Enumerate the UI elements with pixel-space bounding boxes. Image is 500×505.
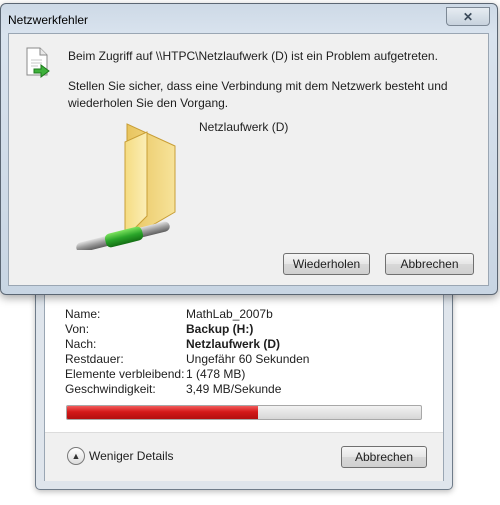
network-folder-icon (67, 120, 187, 253)
close-button[interactable]: ✕ (446, 7, 490, 26)
copy-progress-window: Name: MathLab_2007b Von: Backup (H:) Nac… (35, 286, 453, 490)
copy-progress-bar (66, 405, 422, 420)
detail-value: Netzlaufwerk (D) (186, 337, 281, 351)
detail-label: Geschwindigkeit: (65, 382, 156, 396)
error-message: Beim Zugriff auf \\HTPC\Netzlaufwerk (D)… (68, 49, 438, 63)
detail-row-remaining-time: Restdauer: Ungefähr 60 Sekunden (65, 352, 425, 367)
detail-row-to: Nach: Netzlaufwerk (D) (65, 337, 425, 352)
detail-row-speed: Geschwindigkeit: 3,49 MB/Sekunde (65, 382, 425, 397)
detail-row-name: Name: MathLab_2007b (65, 307, 425, 322)
detail-row-items-remaining: Elemente verbleibend: 1 (478 MB) (65, 367, 425, 382)
detail-row-from: Von: Backup (H:) (65, 322, 425, 337)
detail-value: Ungefähr 60 Sekunden (186, 352, 310, 366)
detail-value: 3,49 MB/Sekunde (186, 382, 282, 396)
copy-cancel-button[interactable]: Abbrechen (341, 446, 427, 468)
detail-label: Nach: (65, 337, 97, 351)
detail-value: 1 (478 MB) (186, 367, 246, 381)
copy-progress-fill (67, 406, 259, 419)
cancel-button[interactable]: Abbrechen (385, 253, 474, 275)
less-details-label: Weniger Details (89, 449, 174, 463)
copy-details-panel: Name: MathLab_2007b Von: Backup (H:) Nac… (44, 287, 444, 481)
document-error-icon (25, 47, 51, 82)
dialog-title: Netzwerkfehler (8, 13, 89, 27)
error-hint: Stellen Sie sicher, dass eine Verbindung… (68, 79, 448, 110)
detail-label: Von: (65, 322, 90, 336)
detail-label: Elemente verbleibend: (65, 367, 185, 381)
detail-value: Backup (H:) (186, 322, 254, 336)
network-drive-label: Netzlaufwerk (D) (199, 120, 289, 134)
copy-details-list: Name: MathLab_2007b Von: Backup (H:) Nac… (65, 307, 425, 397)
copy-footer: ▲ Weniger Details Abbrechen (45, 432, 443, 481)
error-content-panel: Beim Zugriff auf \\HTPC\Netzlaufwerk (D)… (8, 33, 489, 286)
detail-label: Name: (65, 307, 101, 321)
chevron-up-icon[interactable]: ▲ (67, 447, 85, 465)
network-error-dialog: Netzwerkfehler ✕ Beim Zugriff auf \\HTPC… (0, 3, 498, 295)
detail-label: Restdauer: (65, 352, 124, 366)
less-details-toggle[interactable]: ▲ Weniger Details (67, 447, 173, 465)
retry-button[interactable]: Wiederholen (283, 253, 370, 275)
close-icon: ✕ (462, 9, 474, 24)
detail-value: MathLab_2007b (186, 307, 273, 321)
